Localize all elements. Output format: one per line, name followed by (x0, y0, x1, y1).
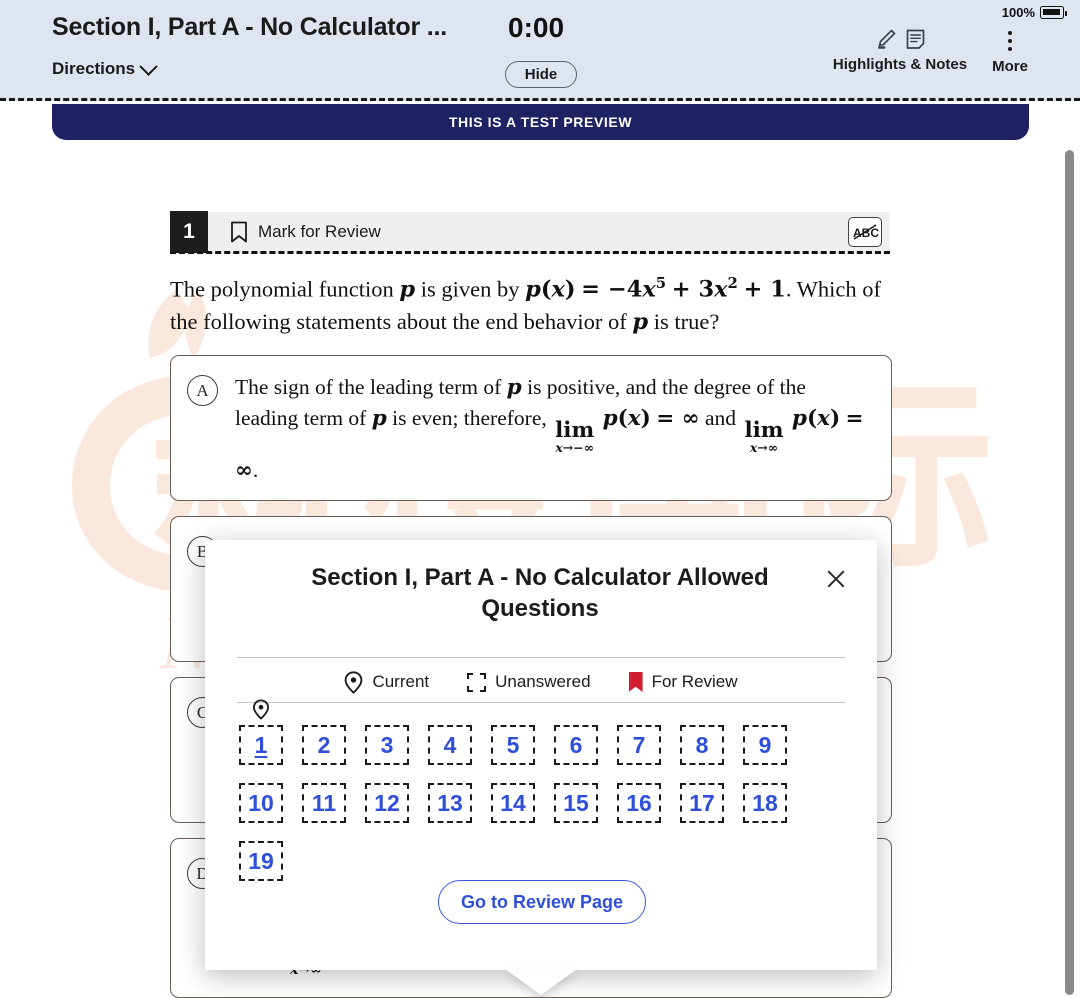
question-stem: The polynomial function p is given by p(… (170, 274, 882, 335)
question-nav-cell-2[interactable]: 2 (302, 725, 346, 765)
go-to-review-page-button[interactable]: Go to Review Page (438, 880, 646, 924)
question-nav-cell-7[interactable]: 7 (617, 725, 661, 765)
vertical-scrollbar-thumb[interactable] (1065, 150, 1074, 995)
legend-label-unanswered: Unanswered (495, 672, 591, 691)
legend-item-unanswered: Unanswered (467, 672, 591, 692)
timer-display: 0:00 (508, 12, 565, 43)
answer-choice-a[interactable]: A The sign of the leading term of p is p… (170, 355, 892, 501)
question-nav-number: 9 (758, 731, 772, 758)
question-nav-cell-10[interactable]: 10 (239, 783, 283, 823)
highlighter-pen-icon (877, 29, 895, 49)
question-nav-cell-12[interactable]: 12 (365, 783, 409, 823)
bookmark-icon (231, 221, 247, 242)
legend-label-for-review: For Review (651, 672, 738, 691)
question-nav-cell-1[interactable]: 1 (239, 699, 283, 765)
question-number-grid: 1 2 3 4 5 6 7 8 9 10 11 12 13 14 15 16 17 18 19 (239, 699, 849, 881)
highlights-notes-label: Highlights & Notes (832, 56, 968, 73)
hide-timer-button[interactable]: Hide (505, 61, 577, 88)
legend-item-current: Current (344, 670, 430, 694)
modal-divider-top (237, 657, 845, 658)
question-nav-number: 12 (374, 789, 400, 816)
app-header: Section I, Part A - No Calculator ... Di… (0, 0, 1080, 101)
question-nav-cell-5[interactable]: 5 (491, 725, 535, 765)
question-nav-number: 14 (500, 789, 526, 816)
more-label: More (992, 58, 1028, 75)
question-nav-cell-13[interactable]: 13 (428, 783, 472, 823)
question-nav-number: 2 (317, 731, 331, 758)
question-nav-number: 19 (248, 847, 274, 874)
map-pin-icon (345, 670, 363, 694)
close-icon[interactable] (823, 566, 849, 592)
question-nav-cell-19[interactable]: 19 (239, 841, 283, 881)
question-nav-cell-18[interactable]: 18 (743, 783, 787, 823)
limit-expression: lim x→−∞ (555, 417, 595, 456)
question-nav-cell-8[interactable]: 8 (680, 725, 724, 765)
question-nav-number: 15 (563, 789, 589, 816)
mark-for-review-button[interactable]: Mark for Review (230, 221, 381, 243)
question-nav-number: 18 (752, 789, 778, 816)
question-nav-number: 11 (311, 789, 337, 816)
modal-legend: Current Unanswered For Review (237, 662, 845, 702)
highlights-notes-button[interactable]: Highlights & Notes (830, 28, 970, 73)
more-vertical-dots-icon (1008, 28, 1012, 54)
question-number-badge: 1 (170, 210, 208, 253)
modal-divider-bottom (237, 702, 845, 703)
question-header-bar: 1 Mark for Review ABC (170, 210, 890, 254)
more-menu-button[interactable]: More (978, 28, 1042, 75)
question-nav-cell-6[interactable]: 6 (554, 725, 598, 765)
question-nav-number: 4 (443, 731, 457, 758)
choice-text-a: The sign of the leading term of p is pos… (235, 375, 864, 483)
modal-pointer-tail (505, 969, 577, 995)
directions-label: Directions (52, 59, 136, 78)
question-nav-cell-3[interactable]: 3 (365, 725, 409, 765)
modal-title: Section I, Part A - No Calculator Allowe… (311, 564, 769, 622)
question-nav-number: 8 (695, 731, 709, 758)
battery-status: 100% (1001, 5, 1067, 20)
question-nav-cell-14[interactable]: 14 (491, 783, 535, 823)
question-nav-number: 6 (569, 731, 583, 758)
directions-dropdown[interactable]: Directions (52, 56, 158, 79)
current-pin-icon (253, 699, 270, 726)
question-nav-cell-11[interactable]: 11 (302, 783, 346, 823)
choice-letter-a: A (187, 375, 218, 406)
question-nav-cell-16[interactable]: 16 (617, 783, 661, 823)
question-nav-cell-4[interactable]: 4 (428, 725, 472, 765)
question-nav-cell-9[interactable]: 9 (743, 725, 787, 765)
question-nav-number: 7 (632, 731, 646, 758)
abc-strikethrough-icon: ABC (853, 224, 879, 240)
question-nav-number: 16 (626, 789, 652, 816)
question-nav-number: 17 (689, 789, 715, 816)
highlights-notes-icons (875, 28, 926, 52)
notes-page-icon (906, 29, 924, 49)
question-nav-cell-17[interactable]: 17 (680, 783, 724, 823)
question-nav-number: 5 (506, 731, 520, 758)
limit-expression: lim x→∞ (744, 417, 784, 456)
question-nav-cell-15[interactable]: 15 (554, 783, 598, 823)
legend-label-current: Current (372, 672, 430, 691)
question-navigator-modal: Section I, Part A - No Calculator Allowe… (205, 540, 877, 970)
question-nav-number: 10 (248, 789, 274, 816)
battery-percent-label: 100% (1001, 5, 1035, 20)
cross-out-abc-icon[interactable]: ABC (848, 217, 882, 247)
legend-item-for-review: For Review (628, 672, 738, 692)
battery-charging-icon (1040, 6, 1067, 19)
chevron-down-icon (139, 56, 158, 76)
mark-for-review-label: Mark for Review (258, 221, 381, 241)
bookmark-flag-icon (628, 672, 643, 692)
question-nav-number: 13 (437, 789, 463, 816)
question-nav-number: 1 (254, 731, 268, 758)
test-preview-banner: THIS IS A TEST PREVIEW (52, 104, 1029, 140)
section-title: Section I, Part A - No Calculator ... (52, 13, 447, 41)
question-nav-number: 3 (380, 731, 394, 758)
dashed-square-icon (467, 672, 487, 692)
